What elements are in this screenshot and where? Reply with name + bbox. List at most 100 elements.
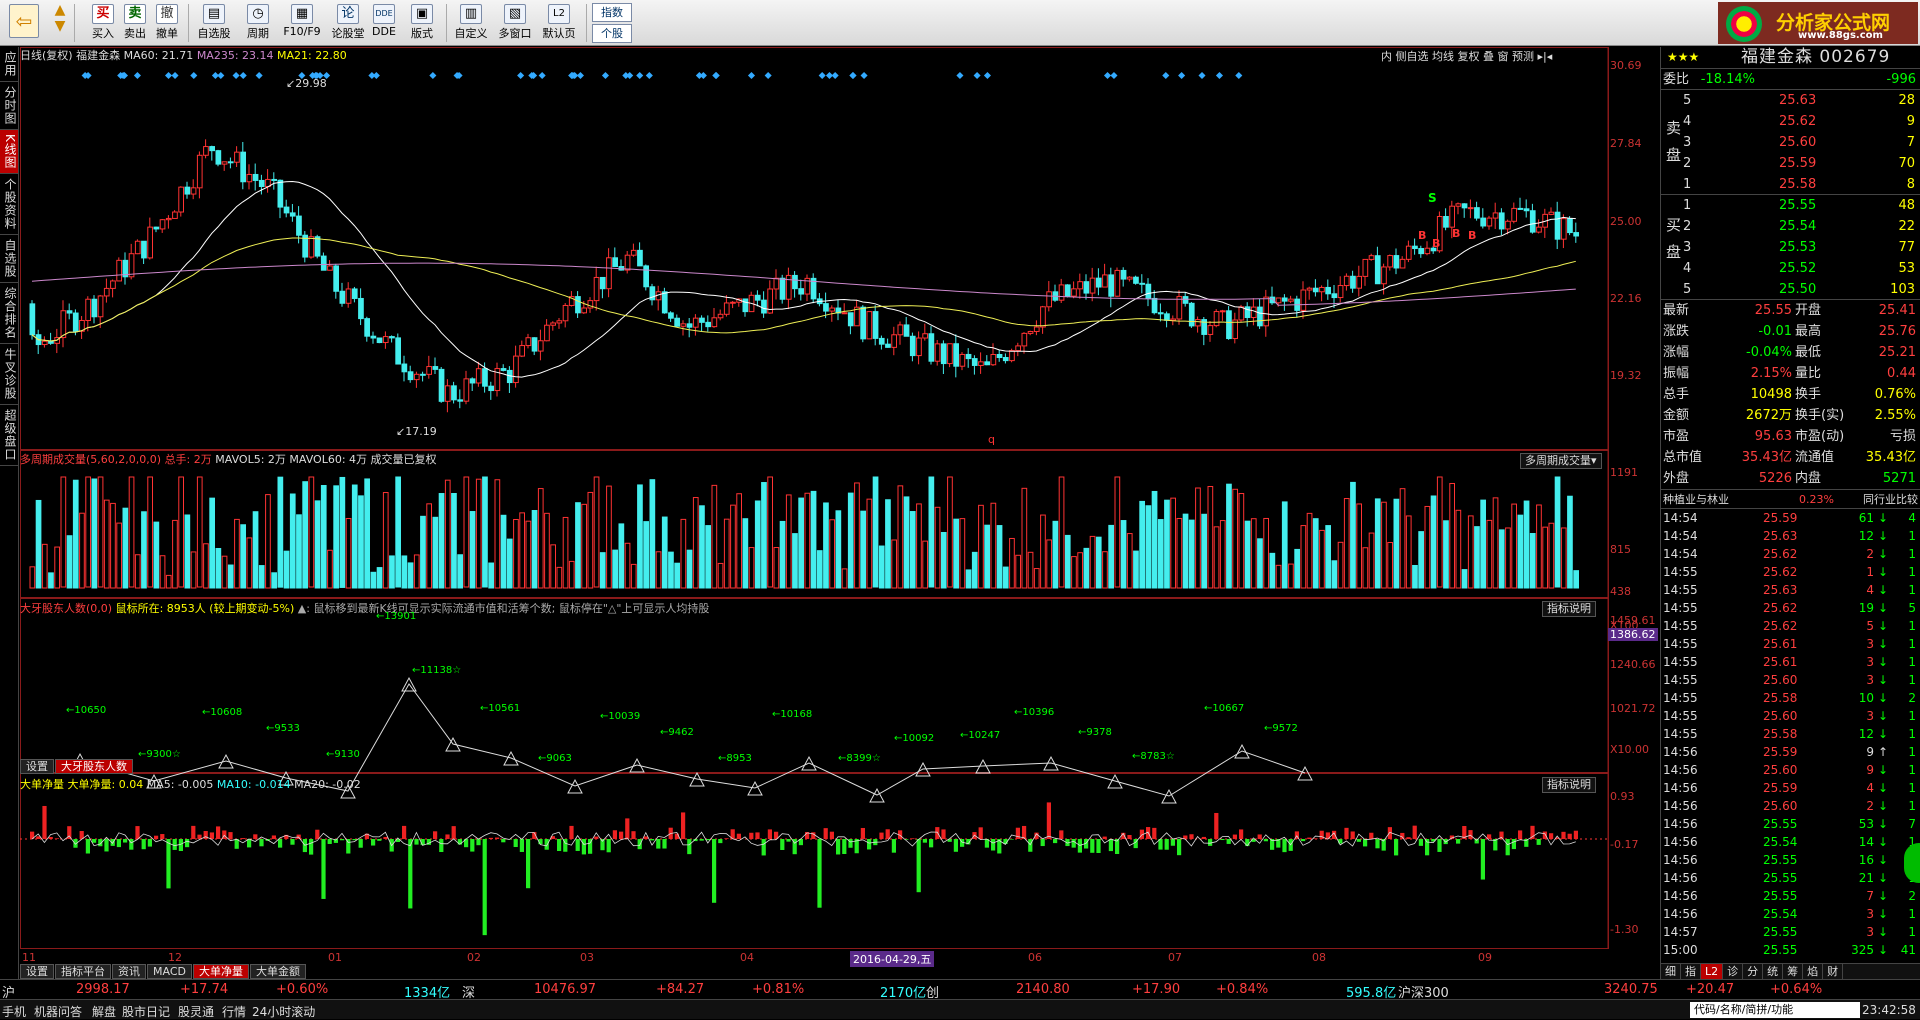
index-button[interactable]: 指数	[592, 3, 632, 22]
buy-level-4[interactable]: 425.5253	[1661, 258, 1919, 279]
nav-super-panel[interactable]: 超级盘口	[0, 405, 18, 466]
quote-tab-8[interactable]: 财	[1823, 964, 1843, 979]
nav-kline[interactable]: K线图	[0, 130, 18, 174]
candle-body	[1394, 256, 1399, 268]
stat-label: 金额	[1663, 405, 1689, 426]
up-down-buttons[interactable]: ▲▼	[52, 2, 68, 44]
tab-indicator-platform[interactable]: 指标平台	[55, 964, 111, 979]
bigorder-bar	[687, 839, 691, 854]
search-input[interactable]: 代码/名称/简拼/功能	[1690, 1002, 1860, 1018]
volume-bar	[848, 493, 853, 588]
status-gulingtong[interactable]: 股灵通	[178, 1003, 214, 1020]
tick-row: 14:5625.599↑1	[1661, 743, 1920, 761]
status-qa[interactable]: 机器问答	[34, 1003, 82, 1020]
side-scroll-icon[interactable]	[1904, 843, 1920, 883]
sell-level-4[interactable]: 425.629	[1661, 111, 1919, 132]
industry-name[interactable]: 种植业与林业	[1663, 490, 1729, 509]
tab-settings[interactable]: 设置	[20, 964, 54, 979]
quote-tab-5[interactable]: 统	[1763, 964, 1783, 979]
quote-tab-3[interactable]: 诊	[1723, 964, 1743, 979]
bigorder-bar	[780, 839, 784, 850]
buy-level-2[interactable]: 225.5422	[1661, 216, 1919, 237]
btn-side-watch[interactable]: 侧自选	[1396, 50, 1429, 63]
volume-bar	[1524, 501, 1529, 588]
tab-bigamount[interactable]: 大单金额	[250, 964, 306, 979]
btn-window[interactable]: 窗	[1498, 50, 1509, 63]
bigorder-help-button[interactable]: 指标说明	[1542, 777, 1596, 793]
status-24h[interactable]: 24小时滚动	[252, 1003, 315, 1020]
sell-level-1[interactable]: 125.588	[1661, 174, 1919, 195]
volume-bar	[545, 513, 550, 588]
tick-row: 14:5525.6219↓5	[1661, 599, 1920, 617]
bigorder-bar	[954, 839, 958, 852]
buy-level-5[interactable]: 525.50103	[1661, 279, 1919, 300]
holder-tab-active[interactable]: 大牙股东人数	[55, 759, 133, 774]
tick-count: 4	[1908, 509, 1916, 527]
volume-bar	[724, 519, 729, 588]
stock-button[interactable]: 个股	[592, 24, 632, 43]
chart-canvas[interactable]	[20, 47, 1660, 979]
buy-button[interactable]: 买买入	[88, 2, 118, 44]
buy-level-1[interactable]: 125.5548	[1661, 195, 1919, 216]
quote-tab-1[interactable]: 指	[1681, 964, 1701, 979]
arrow-menu-icon[interactable]: ▸|◂	[1538, 50, 1553, 63]
candle-body	[1487, 218, 1492, 226]
multiwindow-button[interactable]: ▧多窗口	[494, 2, 536, 44]
volume-bar	[1183, 514, 1188, 588]
stat-label: 总手	[1663, 384, 1689, 405]
chart-area[interactable]: 日线(复权) 福建金森 MA60: 21.71 MA235: 23.14 MA2…	[20, 47, 1660, 979]
btn-forecast[interactable]: 预测	[1512, 50, 1534, 63]
btn-inner[interactable]: 内	[1381, 50, 1392, 63]
sell-level-3[interactable]: 325.607	[1661, 132, 1919, 153]
nav-ranking[interactable]: 综合排名	[0, 283, 18, 344]
tab-news[interactable]: 资讯	[112, 964, 146, 979]
forum-button[interactable]: 论论股堂	[326, 2, 370, 44]
nav-stock-info[interactable]: 个股资料	[0, 174, 18, 235]
tab-macd[interactable]: MACD	[147, 964, 192, 979]
custom-button[interactable]: ▥自定义	[450, 2, 492, 44]
tick-row: 14:5625.602↓1	[1661, 797, 1920, 815]
quote-tab-0[interactable]: 细	[1661, 964, 1681, 979]
tick-list[interactable]: 14:5425.5961↓414:5425.6312↓114:5425.622↓…	[1661, 509, 1920, 959]
sell-level-5[interactable]: 525.6328	[1661, 90, 1919, 111]
candle-body	[520, 346, 525, 357]
holder-point-label: ←10092	[894, 733, 934, 744]
nav-app[interactable]: 应用	[0, 47, 18, 82]
quote-tab-6[interactable]: 筹	[1783, 964, 1803, 979]
btn-overlay[interactable]: 叠	[1483, 50, 1494, 63]
tick-count: 1	[1908, 545, 1916, 563]
layout-button[interactable]: ▣版式	[402, 2, 442, 44]
tick-time: 14:55	[1663, 599, 1698, 617]
holder-tab-settings[interactable]: 设置	[20, 759, 54, 774]
volume-bar	[514, 519, 519, 588]
quote-tab-4[interactable]: 分	[1743, 964, 1763, 979]
quote-tab-7[interactable]: 焰	[1803, 964, 1823, 979]
default-page-button[interactable]: L2默认页	[538, 2, 580, 44]
f10-button[interactable]: ▦F10/F9	[280, 2, 324, 44]
dde-button[interactable]: DDEDDE	[368, 2, 400, 44]
quote-tab-2[interactable]: L2	[1701, 964, 1723, 979]
btn-ma[interactable]: 均线	[1432, 50, 1454, 63]
sell-level-2[interactable]: 225.5970	[1661, 153, 1919, 174]
status-quotes[interactable]: 行情	[222, 1003, 246, 1020]
period-button[interactable]: ◷周期	[238, 2, 278, 44]
signal-diamond	[577, 72, 584, 79]
watchlist-button[interactable]: ▤自选股	[192, 2, 236, 44]
back-button[interactable]: ⇦	[4, 2, 44, 44]
btn-restore[interactable]: 复权	[1458, 50, 1480, 63]
industry-compare-button[interactable]: 同行业比较	[1863, 490, 1918, 509]
status-mobile[interactable]: 手机	[2, 1003, 26, 1020]
cancel-order-button[interactable]: 撤撤单	[152, 2, 182, 44]
holder-help-button[interactable]: 指标说明	[1542, 601, 1596, 617]
mavol60: MAVOL60: 4万	[289, 453, 367, 466]
status-diary[interactable]: 股市日记	[122, 1003, 170, 1020]
nav-watchlist[interactable]: 自选股	[0, 235, 18, 283]
nav-diagnosis[interactable]: 牛叉诊股	[0, 344, 18, 405]
nav-timeshare[interactable]: 分时图	[0, 82, 18, 130]
status-analysis[interactable]: 解盘	[92, 1003, 116, 1020]
buy-level-3[interactable]: 325.5377	[1661, 237, 1919, 258]
sell-button[interactable]: 卖卖出	[120, 2, 150, 44]
tab-bigorder[interactable]: 大单净量	[193, 964, 249, 979]
candle-body	[1028, 331, 1033, 333]
volume-menu-button[interactable]: 多周期成交量▾	[1520, 453, 1602, 469]
